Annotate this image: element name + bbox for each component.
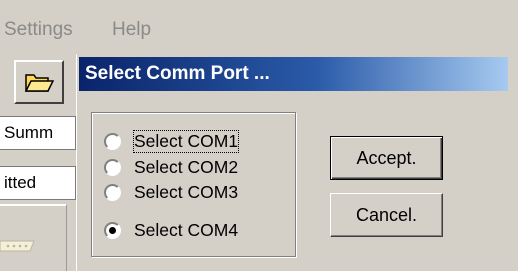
menu-settings[interactable]: Settings xyxy=(4,19,73,41)
status-field: itted xyxy=(0,166,76,200)
cancel-button[interactable]: Cancel. xyxy=(330,193,443,237)
menu-help[interactable]: Help xyxy=(112,19,151,41)
radio-option-com2[interactable]: Select COM2 xyxy=(104,156,238,178)
radio-label: Select COM1 xyxy=(132,129,240,153)
menu-bar: Settings Help xyxy=(0,0,518,56)
radio-label: Select COM4 xyxy=(134,219,239,240)
dialog-title: Select Comm Port ... xyxy=(85,63,270,84)
divider xyxy=(0,204,66,206)
radio-option-com4[interactable]: Select COM4 xyxy=(104,219,238,241)
connector-icon xyxy=(0,240,35,252)
radio-option-com1[interactable]: Select COM1 xyxy=(104,129,240,153)
accept-button[interactable]: Accept. xyxy=(330,136,443,180)
open-file-button[interactable] xyxy=(14,60,64,104)
radio-button[interactable] xyxy=(104,183,121,201)
dialog-titlebar[interactable]: Select Comm Port ... xyxy=(79,57,508,91)
radio-button[interactable] xyxy=(104,132,121,150)
radio-option-com3[interactable]: Select COM3 xyxy=(104,181,238,203)
radio-button-selected[interactable] xyxy=(104,221,121,239)
radio-label: Select COM3 xyxy=(134,181,239,202)
folder-open-icon xyxy=(24,74,54,92)
radio-button[interactable] xyxy=(104,158,121,176)
summary-field: Summ xyxy=(0,116,76,150)
radio-label: Select COM2 xyxy=(134,156,239,177)
